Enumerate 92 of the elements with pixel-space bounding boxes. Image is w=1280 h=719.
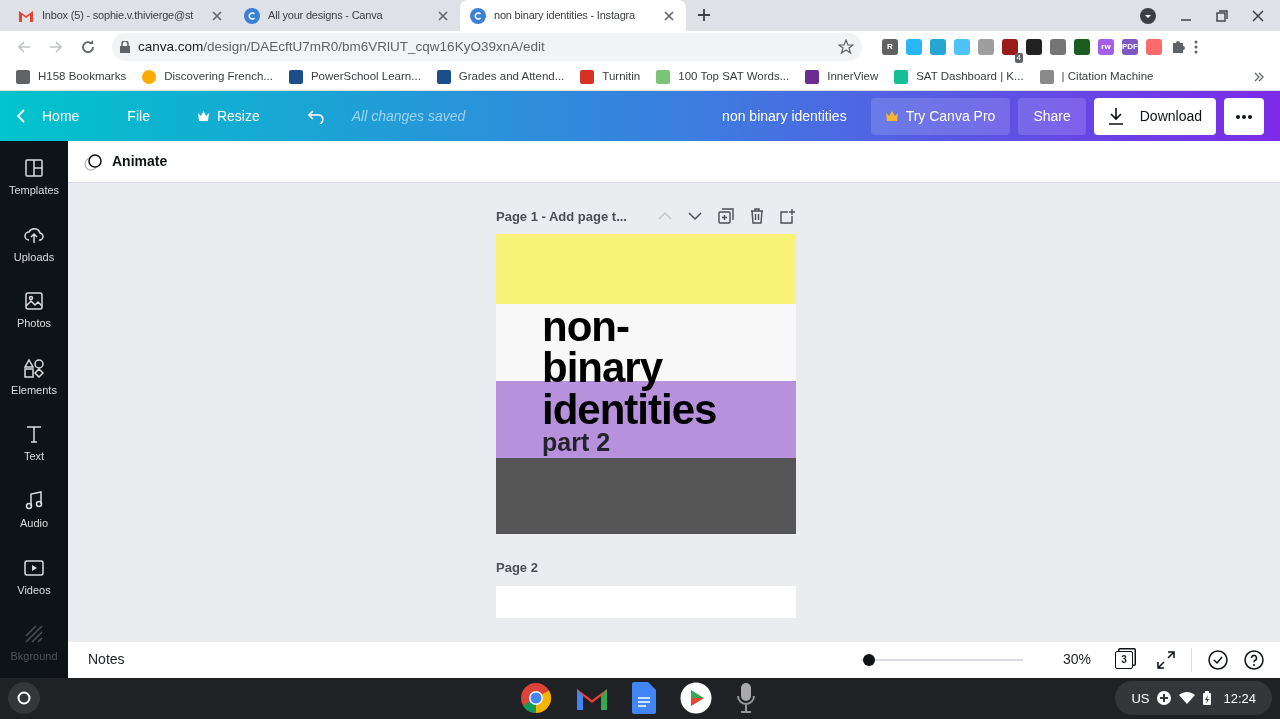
duplicate-icon[interactable] (718, 208, 734, 225)
reload-icon[interactable] (80, 39, 96, 55)
browser-tab[interactable]: All your designs - Canva (234, 0, 460, 31)
tab-title: non binary identities - Instagra (494, 8, 636, 24)
bookmark[interactable]: | Citation Machine (1039, 68, 1154, 86)
expand-icon[interactable] (1157, 650, 1175, 669)
close-icon[interactable] (210, 8, 224, 23)
browser-tab[interactable]: non binary identities - Instagra (460, 0, 686, 31)
page-count-button[interactable]: 3 (1115, 650, 1133, 669)
page-label[interactable]: Page 2 (496, 558, 796, 578)
save-status: All changes saved (351, 106, 466, 126)
extension-icon[interactable]: R (882, 39, 898, 55)
design-title[interactable]: non binary identities (722, 105, 847, 127)
download-button[interactable]: Download (1093, 97, 1216, 135)
zoom-reading[interactable]: 30% (1062, 649, 1091, 671)
extension-icon[interactable] (1026, 39, 1042, 55)
bookmark[interactable]: SAT Dashboard | K... (894, 68, 1024, 86)
page-label[interactable]: Page 1 - Add page t... (496, 206, 642, 227)
dropdown-icon[interactable] (1140, 7, 1156, 24)
music-note-icon (24, 491, 44, 511)
letter-t-icon (24, 424, 44, 445)
sidebar-item[interactable]: Audio (0, 478, 68, 545)
crown-icon (197, 111, 209, 122)
browser-tab[interactable]: Inbox (5) - sophie.v.thivierge@st (8, 0, 234, 31)
letter-c-logo-icon (470, 7, 486, 24)
more-menu-icon[interactable] (1194, 39, 1198, 55)
chevron-left-icon (16, 108, 26, 125)
share-button[interactable]: Share (1018, 97, 1086, 135)
hatch-icon (24, 624, 44, 645)
circles-icon (84, 152, 104, 171)
bookmark[interactable]: Discovering French... (142, 68, 273, 86)
close-icon[interactable] (436, 8, 450, 23)
sidebar-item[interactable]: Videos (0, 544, 68, 612)
download-icon (1107, 107, 1124, 126)
chevron-down-icon[interactable] (688, 211, 702, 222)
shapes-icon (24, 357, 44, 378)
checkmark-circle-icon[interactable] (1208, 649, 1228, 670)
help-icon[interactable] (1244, 649, 1264, 670)
document-icon[interactable] (632, 682, 656, 715)
new-tab-icon[interactable] (696, 7, 712, 23)
address-bar[interactable]: canva.com/design/DAEcftU7mR0/bm6VRlUT_cqw16KyO39xnA/edit (112, 33, 862, 61)
circle-icon (17, 691, 31, 706)
bookmark[interactable]: Grades and Attend... (436, 68, 565, 86)
wifi-icon (1179, 692, 1196, 705)
sidebar-item[interactable]: Photos (0, 278, 68, 345)
design-subtitle: part 2 (542, 429, 612, 455)
chevron-double-icon[interactable] (1254, 71, 1264, 82)
sidebar-item[interactable]: Text (0, 411, 68, 478)
battery-icon (1203, 691, 1212, 706)
bookmark[interactable]: PowerSchool Learn... (288, 68, 421, 86)
microphone-icon[interactable] (736, 682, 756, 715)
launcher-button[interactable] (8, 682, 40, 715)
plus-circle-icon (1157, 691, 1172, 706)
restore-icon[interactable] (1216, 9, 1228, 22)
bookmark[interactable]: 100 Top SAT Words... (656, 68, 790, 86)
video-icon (24, 557, 44, 578)
sidebar-item[interactable]: Uploads (0, 211, 68, 279)
try-pro-button[interactable]: Try Canva Pro (870, 97, 1011, 135)
status-tray[interactable]: US 12:24 (1115, 681, 1272, 716)
crown-icon (885, 111, 898, 122)
more-button[interactable] (1224, 97, 1264, 135)
lock-icon (120, 41, 130, 53)
url-text: canva.com/design/DAEcftU7mR0/bm6VRlUT_cqw16KyO39xnA/edit (138, 37, 546, 56)
close-icon[interactable] (1252, 9, 1264, 22)
animate-button[interactable]: Animate (84, 151, 168, 173)
bookmark[interactable]: InnerView (805, 68, 879, 86)
star-icon[interactable] (838, 39, 854, 55)
extension-icon[interactable]: rw (1098, 39, 1114, 55)
layout-icon (24, 158, 44, 179)
chrome-icon[interactable] (520, 682, 552, 715)
puzzle-icon[interactable] (1170, 39, 1186, 55)
bookmark[interactable]: Turnitin (580, 68, 641, 86)
extension-icon[interactable]: PDF (1122, 39, 1138, 55)
close-icon[interactable] (662, 8, 676, 23)
bookmark[interactable]: H158 Bookmarks (16, 68, 127, 86)
tab-title: Inbox (5) - sophie.v.thivierge@st (42, 8, 195, 24)
notes-button[interactable]: Notes (88, 649, 125, 671)
add-page-icon[interactable] (780, 208, 796, 225)
mail-icon (18, 9, 34, 22)
sidebar-item[interactable]: Elements (0, 344, 68, 412)
trash-icon[interactable] (750, 208, 764, 225)
zoom-slider-thumb[interactable] (863, 653, 876, 666)
design-title-text: non- binary identities (542, 306, 717, 430)
letter-c-logo-icon (244, 7, 260, 24)
tab-title: All your designs - Canva (268, 8, 384, 24)
more-icon (1236, 115, 1252, 120)
clock-time: 12:24 (1223, 689, 1256, 708)
image-icon (24, 291, 44, 312)
sidebar-item[interactable]: Templates (0, 145, 68, 212)
extension-badge: 4 (1014, 53, 1023, 63)
mail-icon[interactable] (576, 686, 608, 711)
keyboard-locale: US (1131, 689, 1150, 708)
